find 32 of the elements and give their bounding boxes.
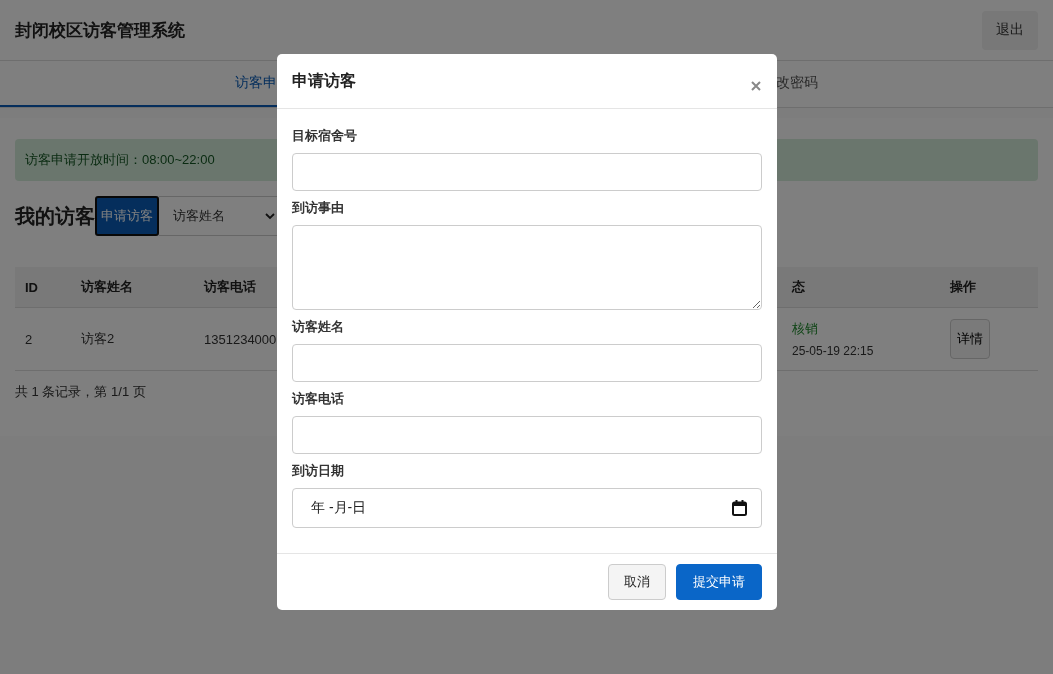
text-field[interactable] [292, 416, 762, 454]
logout-button[interactable]: 退出 [982, 10, 1038, 50]
pagination-text: 共 1 条记录，第 1/1 页 [15, 383, 146, 401]
date-field[interactable]: 年 -月-日 [292, 488, 762, 528]
status-text: 核销 [792, 320, 819, 338]
field-label: 到访事由 [292, 199, 345, 217]
apply-visitor-button[interactable]: 申请访客 [95, 196, 159, 236]
submit-button[interactable]: 提交申请 [676, 564, 762, 600]
section-heading: 我的访客 [15, 203, 95, 229]
column-header: 访客姓名 [79, 278, 134, 296]
table-cell-text: 访客2 [80, 330, 116, 348]
column-header: 操作 [949, 278, 977, 296]
table-cell-text: 1351234000 [203, 331, 278, 347]
calendar-icon[interactable] [732, 500, 747, 516]
detail-button[interactable]: 详情 [950, 319, 990, 359]
table-cell-text: 2 [24, 331, 34, 347]
column-header: ID [24, 279, 39, 295]
text-field[interactable] [292, 153, 762, 191]
column-header: 访客电话 [202, 278, 257, 296]
close-icon[interactable] [750, 80, 762, 92]
chevron-down-icon [265, 212, 275, 220]
column-header: 态 [790, 278, 806, 296]
field-label: 访客姓名 [292, 318, 345, 336]
field-label: 访客电话 [292, 390, 345, 408]
cancel-button[interactable]: 取消 [608, 564, 666, 600]
nav-tab[interactable]: 改密码 [526, 61, 1053, 107]
time-text: 25-05-19 22:15 [792, 344, 875, 358]
textarea-field[interactable] [292, 225, 762, 310]
dialog-title: 申请访客 [292, 70, 356, 91]
text-field[interactable] [292, 344, 762, 382]
field-label: 到访日期 [292, 462, 345, 480]
app-title: 封闭校区访客管理系统 [15, 19, 185, 42]
